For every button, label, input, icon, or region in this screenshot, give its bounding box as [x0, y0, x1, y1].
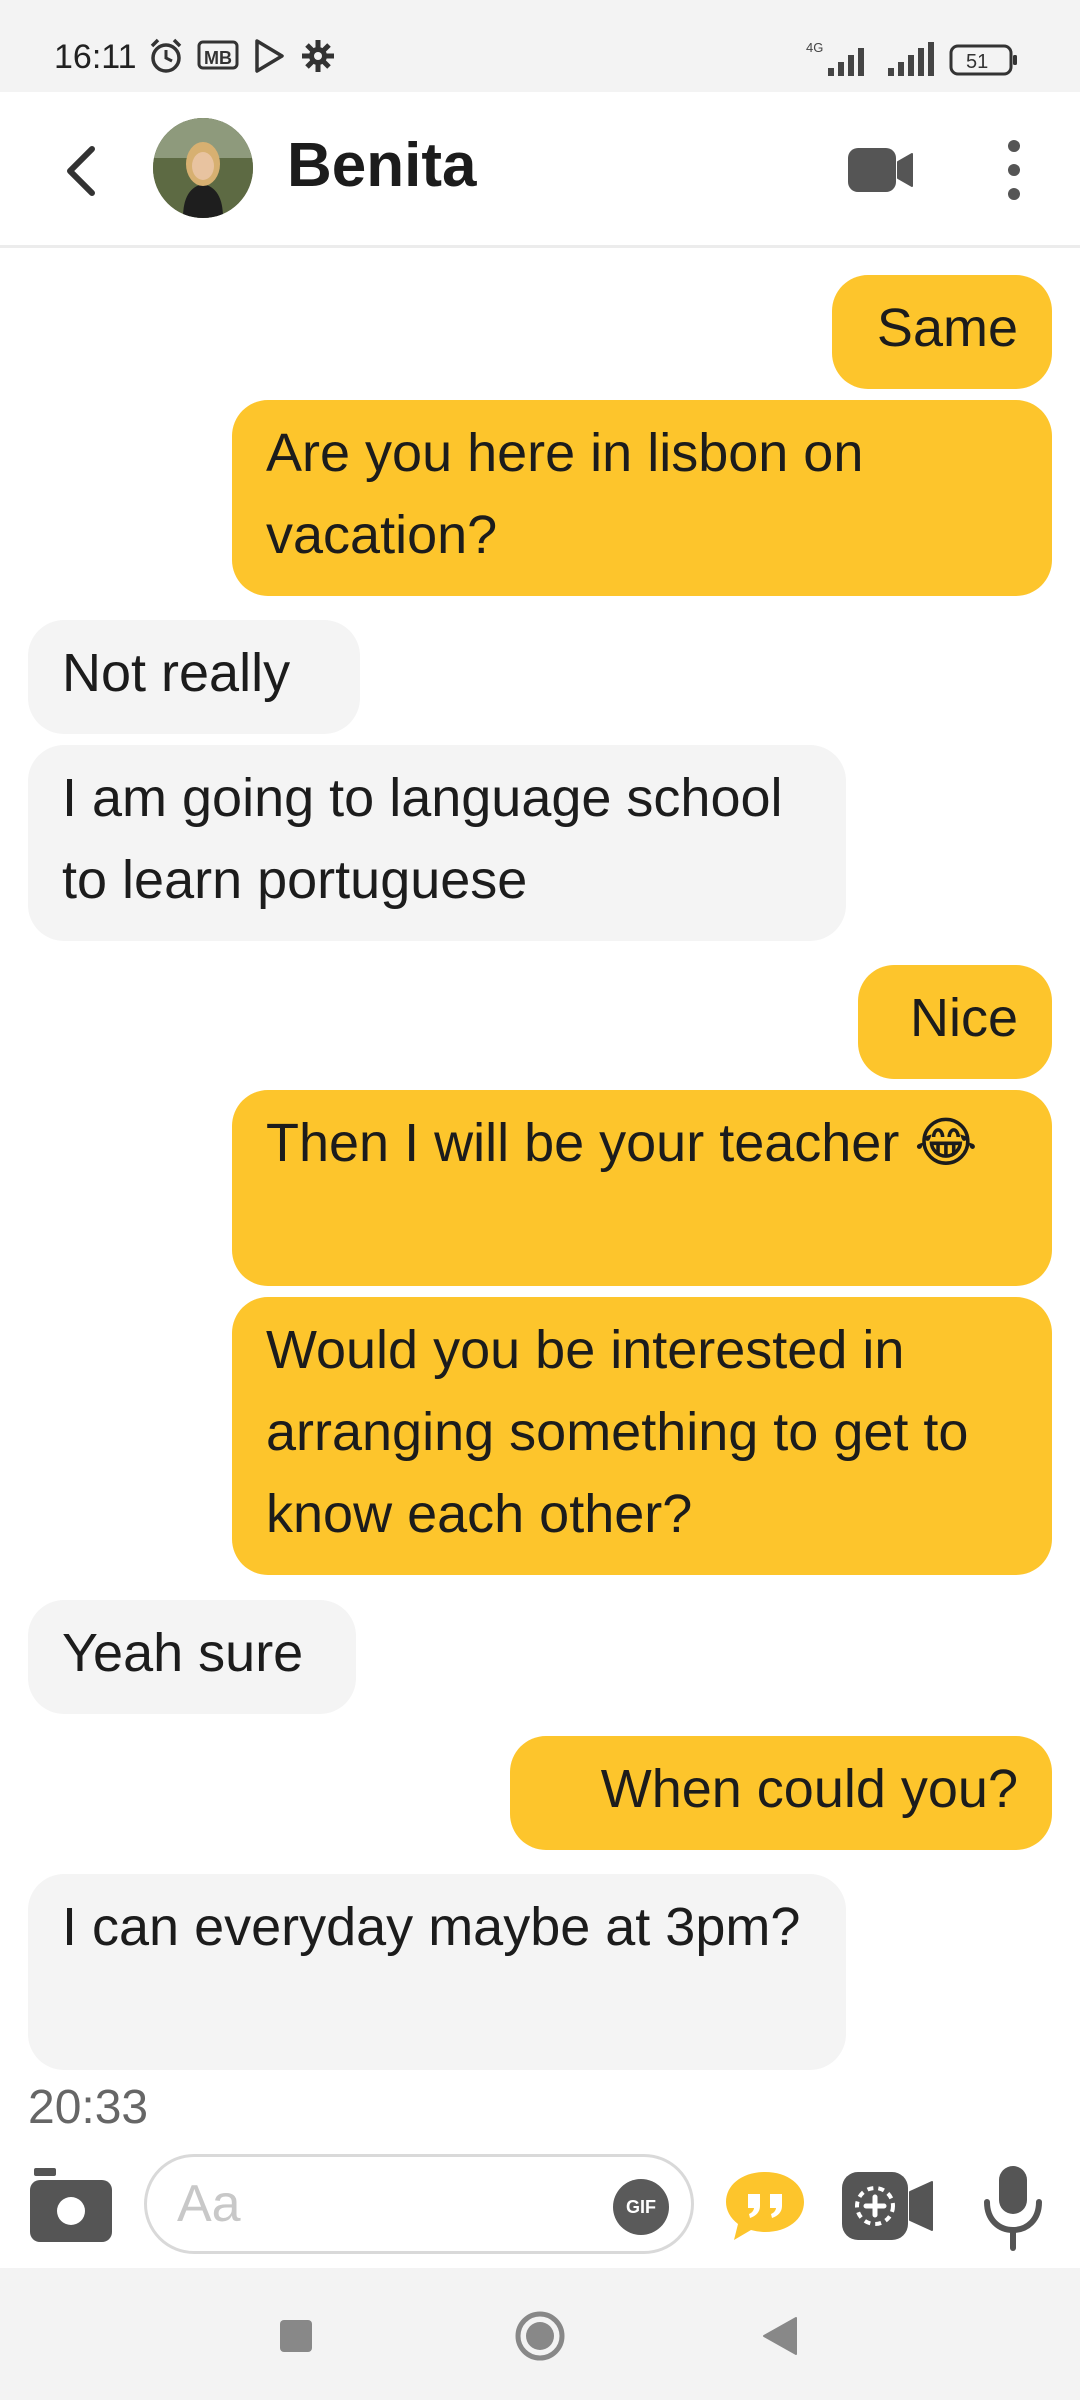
message-input[interactable] — [177, 2171, 597, 2237]
message-bubble-in[interactable]: Not really — [28, 620, 360, 734]
message-bubble-out[interactable]: Same — [832, 275, 1052, 389]
gif-button[interactable]: GIF — [613, 2179, 669, 2235]
status-time: 16:11 — [54, 38, 137, 76]
message-list[interactable]: Same Are you here in lisbon on vacation?… — [0, 250, 1080, 2150]
video-camera-icon — [848, 148, 913, 192]
back-nav-button[interactable] — [752, 2308, 808, 2364]
video-call-button[interactable] — [846, 144, 916, 196]
microphone-icon — [984, 2166, 1042, 2251]
opening-moves-button[interactable] — [722, 2168, 808, 2244]
avatar[interactable] — [153, 118, 253, 218]
message-input-container[interactable]: GIF — [144, 2154, 694, 2254]
system-nav-bar — [0, 2268, 1080, 2400]
message-bubble-out[interactable]: Then I will be your teacher 😂 — [232, 1090, 1052, 1286]
signal-4g-icon: 4G — [806, 40, 876, 80]
alarm-icon — [146, 36, 186, 76]
home-circle-icon — [515, 2311, 565, 2361]
network-type: 4G — [806, 40, 823, 55]
more-options-button[interactable] — [996, 138, 1032, 202]
square-icon — [280, 2320, 312, 2352]
message-bubble-in[interactable]: I can everyday maybe at 3pm? — [28, 1874, 846, 2070]
contact-name[interactable]: Benita — [287, 130, 476, 201]
triangle-back-icon — [763, 2317, 797, 2355]
message-timestamp: 20:33 — [28, 2081, 149, 2134]
back-button[interactable] — [50, 136, 110, 206]
message-bubble-out[interactable]: Nice — [858, 965, 1052, 1079]
video-note-button[interactable] — [840, 2166, 936, 2246]
voice-message-button[interactable] — [980, 2162, 1046, 2252]
more-vertical-icon — [1008, 140, 1020, 200]
camera-icon — [30, 2168, 112, 2242]
camera-button[interactable] — [28, 2166, 114, 2246]
message-bubble-in[interactable]: I am going to language school to learn p… — [28, 745, 846, 941]
message-bubble-in[interactable]: Yeah sure — [28, 1600, 356, 1714]
recent-apps-button[interactable] — [268, 2308, 324, 2364]
home-button[interactable] — [512, 2308, 568, 2364]
message-bubble-out[interactable]: When could you? — [510, 1736, 1052, 1850]
message-bubble-out[interactable]: Are you here in lisbon on vacation? — [232, 400, 1052, 596]
quote-bubble-icon — [726, 2172, 804, 2240]
chat-header: Benita — [0, 92, 1080, 248]
svg-text:MB: MB — [204, 48, 232, 68]
battery-level: 51 — [966, 51, 988, 73]
message-bubble-out[interactable]: Would you be interested in arranging som… — [232, 1297, 1052, 1575]
battery-icon: 51 — [948, 40, 1020, 80]
video-note-icon — [842, 2172, 933, 2240]
play-store-icon — [252, 36, 286, 76]
settings-gear-icon — [300, 36, 336, 76]
chevron-left-icon — [67, 146, 95, 196]
mb-app-icon: MB — [196, 36, 240, 76]
status-bar: 16:11 MB 4G 51 — [0, 0, 1080, 92]
signal-icon — [884, 40, 938, 80]
message-composer: GIF — [0, 2148, 1080, 2266]
